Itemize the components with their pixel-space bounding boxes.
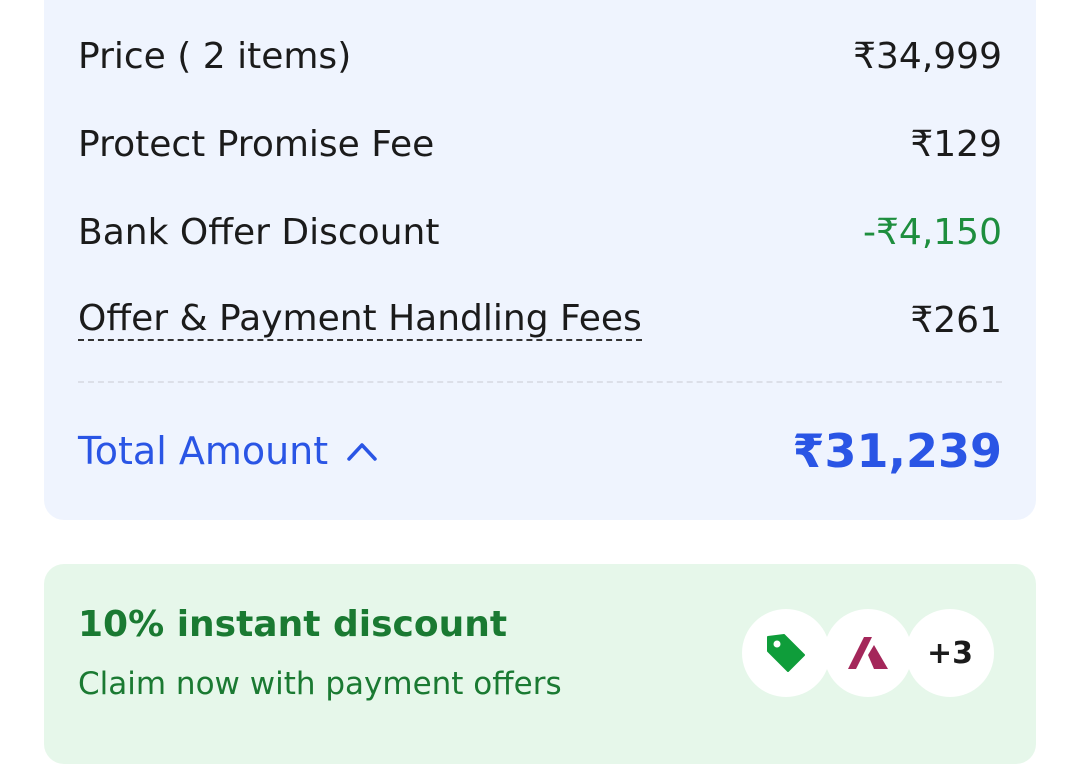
protect-promise-fee-label: Protect Promise Fee [78,123,435,165]
price-details-card: Price ( 2 items) ₹34,999 Protect Promise… [44,0,1036,520]
price-tag-icon [767,634,805,672]
handling-fees-label[interactable]: Offer & Payment Handling Fees [78,299,642,341]
axis-bank-logo-icon [848,637,888,669]
total-amount-label: Total Amount [78,429,329,473]
bank-logo-badge [824,609,912,697]
protect-promise-fee-value: ₹129 [910,123,1002,165]
total-amount-toggle[interactable]: Total Amount [78,429,378,473]
price-label: Price ( 2 items) [78,35,352,77]
bank-offer-discount-label: Bank Offer Discount [78,211,440,253]
offer-banner[interactable]: 10% instant discount Claim now with paym… [44,564,1036,764]
total-amount-row[interactable]: Total Amount ₹31,239 [78,420,1002,482]
offer-subtitle: Claim now with payment offers [78,666,562,702]
chevron-up-icon[interactable] [346,440,378,462]
bank-offer-discount-row: Bank Offer Discount -₹4,150 [78,202,1002,262]
price-row: Price ( 2 items) ₹34,999 [78,26,1002,86]
handling-fees-value: ₹261 [910,299,1002,341]
offer-tag-badge [742,609,830,697]
price-value: ₹34,999 [853,35,1002,77]
total-amount-value: ₹31,239 [792,424,1002,478]
bank-offer-discount-value: -₹4,150 [863,211,1002,253]
handling-fees-row: Offer & Payment Handling Fees ₹261 [78,290,1002,350]
protect-promise-fee-row: Protect Promise Fee ₹129 [78,114,1002,174]
offer-title: 10% instant discount [78,604,508,645]
total-divider [78,381,1002,383]
more-offers-badge: +3 [906,609,994,697]
